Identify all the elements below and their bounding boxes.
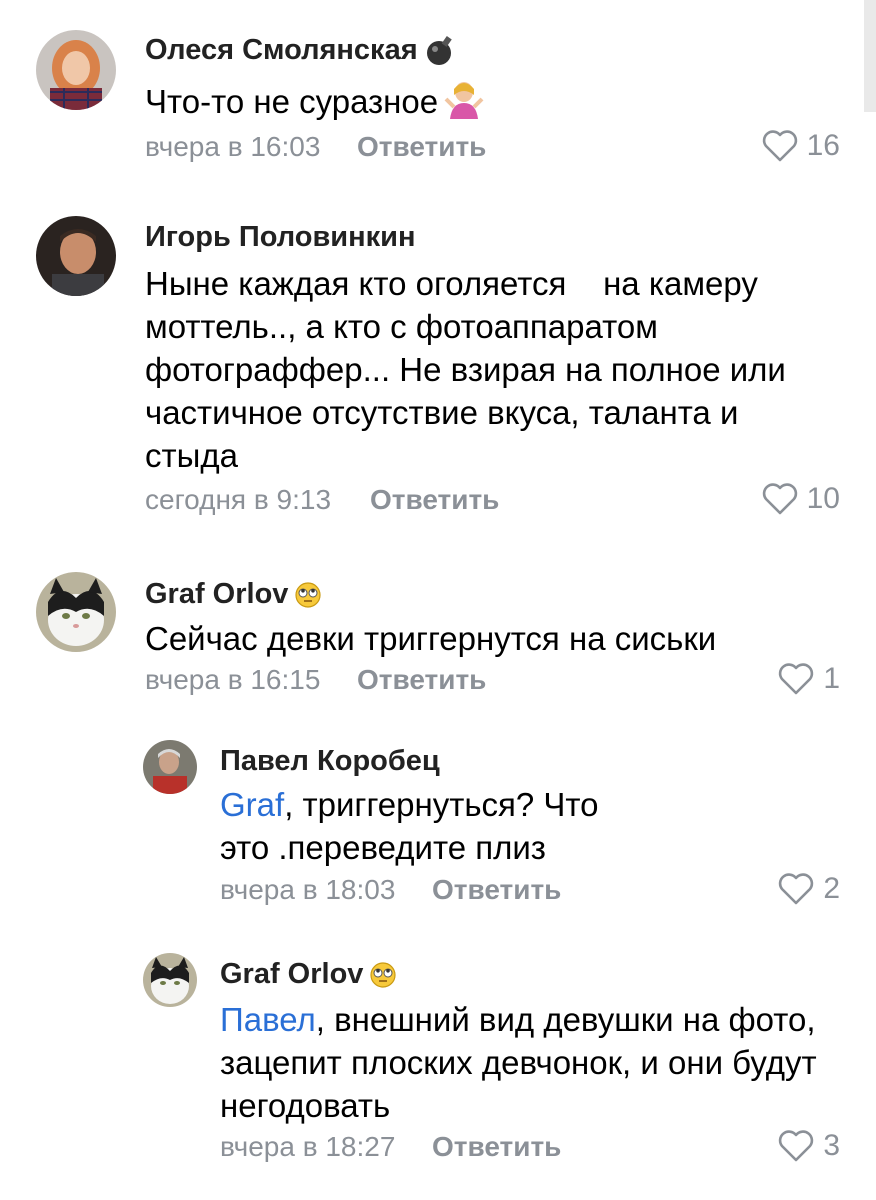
like-count: 2 [823,872,840,905]
comment-text: Ныне каждая кто оголяется на камеру мотт… [145,265,786,474]
comment-text: Graf, триггернуться? Что это .переведите… [220,786,599,866]
comment-text: Павел, внешний вид девушки на фото, заце… [220,1001,817,1124]
comment-timestamp: вчера в 18:03 [220,874,396,905]
like-count: 1 [823,662,840,695]
comment-timestamp: вчера в 18:27 [220,1131,396,1162]
scrollbar[interactable] [864,0,876,112]
like-count: 10 [806,482,840,515]
like-count: 16 [806,129,840,162]
reply-button[interactable]: Ответить [370,484,499,516]
like-button[interactable]: 1 [777,662,840,696]
like-count: 3 [823,1129,840,1162]
author-name[interactable]: Graf Orlov [220,958,397,991]
mention-link[interactable]: Graf [220,786,284,823]
comment-timestamp: сегодня в 9:13 [145,484,332,515]
reply-button[interactable]: Ответить [432,1131,561,1163]
author-name[interactable]: Graf Orlov [145,578,322,611]
heart-outline-icon [779,1130,814,1162]
comment-text: Сейчас девки триггернутся на сиськи [145,620,717,657]
heart-outline-icon [779,873,814,905]
comment-timestamp: вчера в 16:03 [145,131,321,162]
heart-outline-icon [779,663,814,695]
author-name[interactable]: Игорь Половинкин [145,221,415,254]
avatar[interactable] [36,30,116,110]
face-with-rolling-eyes-icon [369,961,397,989]
reply-button[interactable]: Ответить [357,664,486,696]
reply-button[interactable]: Ответить [357,131,486,163]
comment-text: Что-то не суразное [145,79,835,123]
like-button[interactable]: 16 [761,129,840,163]
mention-link[interactable]: Павел [220,1001,316,1038]
bomb-icon [424,33,458,67]
like-button[interactable]: 3 [777,1129,840,1163]
like-button[interactable]: 2 [777,872,840,906]
author-name[interactable]: Олеся Смолянская [145,33,458,67]
face-with-rolling-eyes-icon [294,581,322,609]
heart-outline-icon [762,483,797,515]
avatar[interactable] [143,953,197,1007]
author-name[interactable]: Павел Коробец [220,745,440,778]
comment-timestamp: вчера в 16:15 [145,664,321,695]
heart-outline-icon [762,130,797,162]
person-shrugging-icon [444,79,484,119]
avatar[interactable] [143,740,197,794]
avatar[interactable] [36,216,116,296]
like-button[interactable]: 10 [761,482,840,516]
reply-button[interactable]: Ответить [432,874,561,906]
avatar[interactable] [36,572,116,652]
